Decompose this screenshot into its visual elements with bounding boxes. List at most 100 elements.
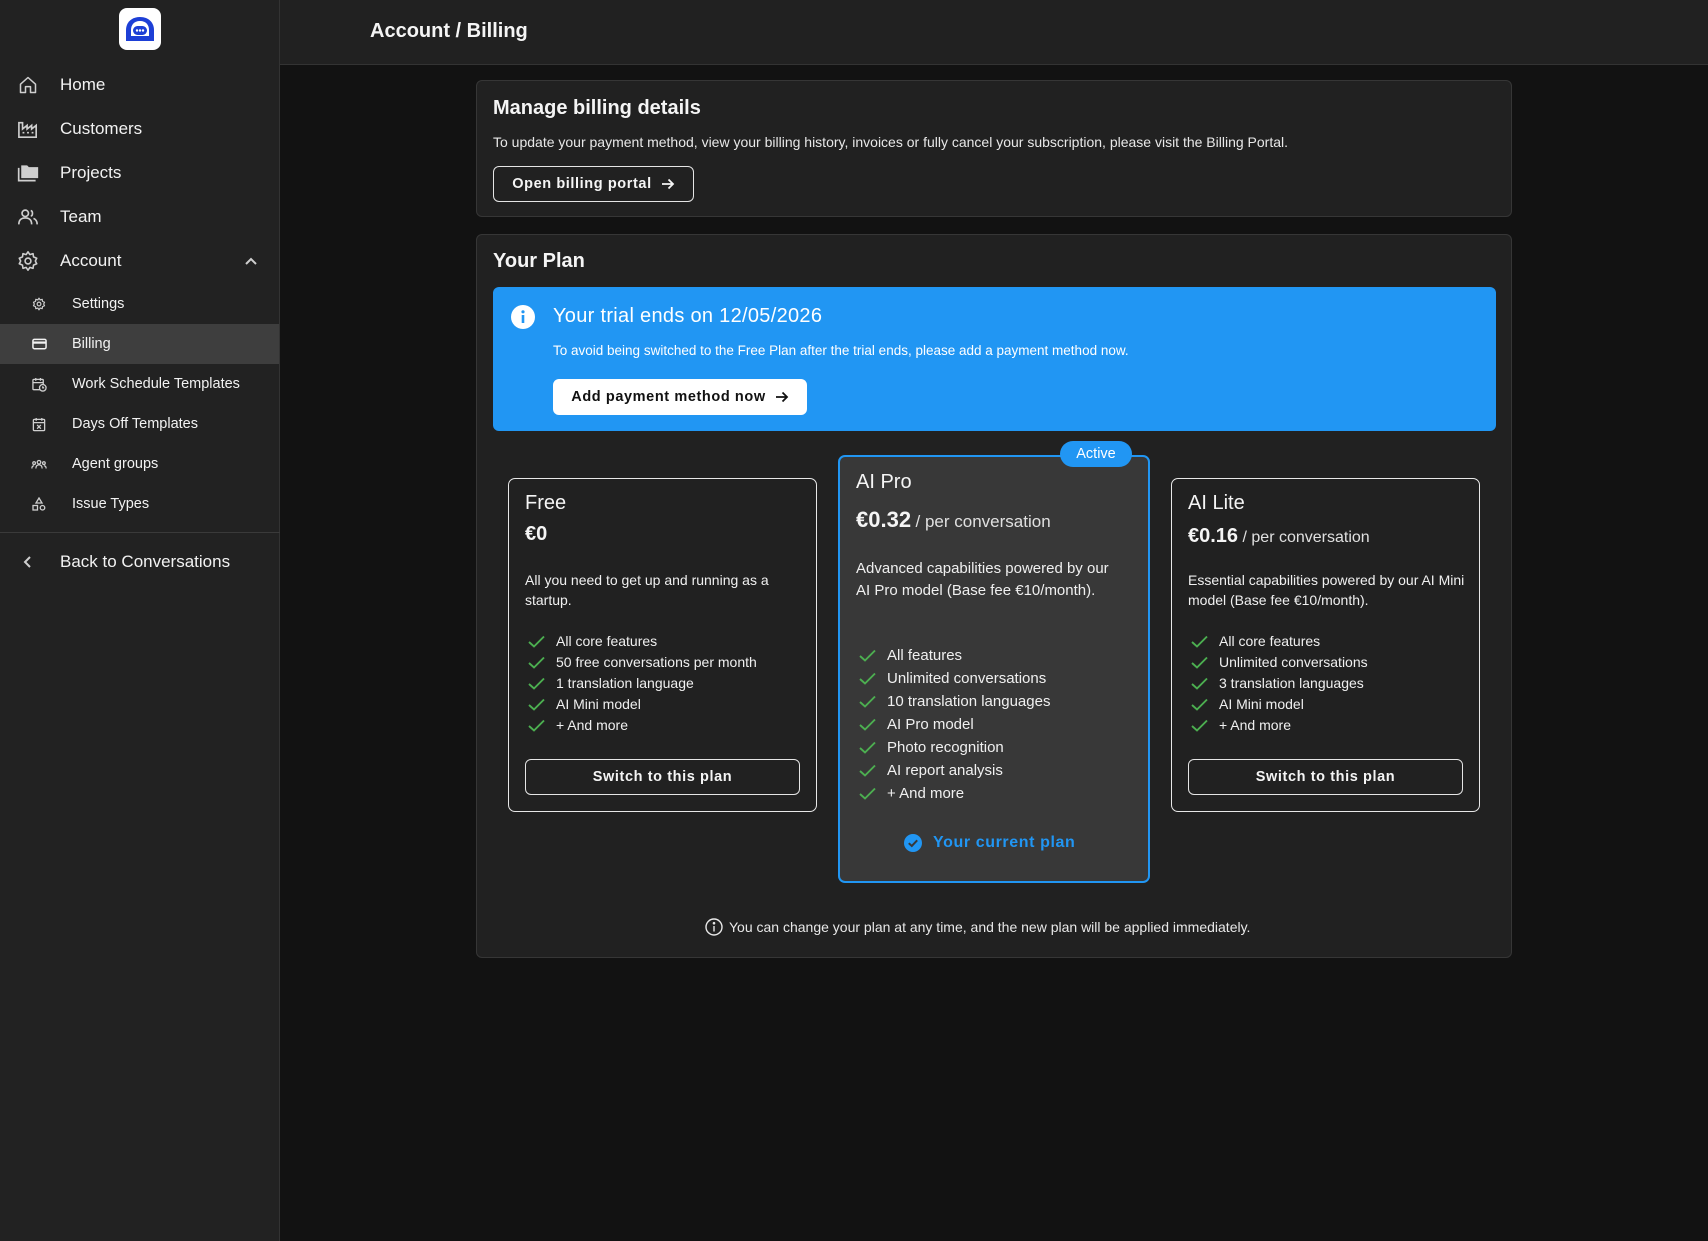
check-icon — [858, 738, 876, 756]
switch-plan-label: Switch to this plan — [1255, 769, 1396, 785]
info-icon — [511, 305, 535, 329]
sidebar-item-label: Settings — [72, 296, 125, 312]
plan-feature-text: + And more — [1219, 717, 1291, 733]
chevron-up-icon[interactable] — [240, 250, 262, 272]
plan-price-amount: €0 — [525, 523, 548, 545]
sidebar-item-label: Agent groups — [72, 456, 159, 472]
sidebar-item-label: Issue Types — [72, 496, 150, 512]
plan-feature: Unlimited conversations — [1190, 652, 1368, 672]
sidebar-item-projects[interactable]: Projects — [0, 153, 280, 193]
check-icon — [1190, 716, 1208, 734]
switch-plan-label: Switch to this plan — [592, 769, 733, 785]
plan-feature: AI Mini model — [1190, 694, 1304, 714]
check-icon — [1190, 695, 1208, 713]
sidebar-item-label: Home — [60, 75, 106, 94]
active-plan-badge: Active — [1060, 441, 1132, 467]
factory-icon — [17, 118, 39, 140]
app-logo[interactable] — [119, 8, 161, 50]
plan-feature-text: All features — [887, 646, 963, 664]
plan-feature: All features — [858, 645, 962, 665]
sidebar-subitem-work-schedule-templates[interactable]: Work Schedule Templates — [0, 364, 279, 404]
sidebar-item-label: Billing — [72, 336, 111, 352]
top-header: Account / Billing — [280, 0, 1708, 65]
current-plan-label: Your current plan — [933, 834, 1076, 851]
plan-feature: + And more — [1190, 715, 1291, 735]
sidebar-item-label: Days Off Templates — [72, 416, 198, 432]
sidebar-item-account[interactable]: Account — [0, 241, 280, 281]
trial-text: To avoid being switched to the Free Plan… — [553, 343, 1129, 358]
check-icon — [527, 674, 545, 692]
open-billing-portal-label: Open billing portal — [512, 176, 652, 192]
sidebar-subitem-days-off-templates[interactable]: Days Off Templates — [0, 404, 279, 444]
plan-name: Free — [525, 492, 567, 514]
trial-banner: Your trial ends on 12/05/2026 To avoid b… — [493, 287, 1496, 431]
check-icon — [527, 716, 545, 734]
plan-price-unit: / per conversation — [1242, 529, 1370, 546]
sidebar-subitem-settings[interactable]: Settings — [0, 284, 279, 324]
plan-feature: AI report analysis — [858, 760, 1003, 780]
plan-name: AI Lite — [1188, 492, 1245, 514]
page-title: Account / Billing — [370, 20, 528, 42]
plan-change-footnote: You can change your plan at any time, an… — [705, 918, 1250, 936]
sidebar-item-customers[interactable]: Customers — [0, 109, 280, 149]
your-plan-title: Your Plan — [493, 250, 585, 272]
plan-feature-text: + And more — [556, 717, 628, 733]
plan-feature-text: Unlimited conversations — [1219, 654, 1368, 670]
plan-price: €0 — [525, 523, 547, 546]
sidebar-item-label: Account — [60, 251, 122, 270]
gear-icon — [17, 250, 39, 272]
plan-feature: + And more — [527, 715, 628, 735]
plan-feature-text: Unlimited conversations — [887, 669, 1047, 687]
plan-price-unit: / per conversation — [915, 512, 1051, 531]
check-icon — [858, 692, 876, 710]
check-icon — [527, 653, 545, 671]
plan-card-ai-pro: AI Pro €0.32 / per conversation Advanced… — [838, 455, 1150, 883]
plan-feature: 3 translation languages — [1190, 673, 1364, 693]
plan-feature-text: 3 translation languages — [1219, 675, 1364, 691]
plan-feature: All core features — [1190, 631, 1320, 651]
calendar-x-icon — [31, 416, 47, 432]
plan-feature: + And more — [858, 783, 964, 803]
sidebar-subitem-billing[interactable]: Billing — [0, 324, 279, 364]
sidebar-subitem-issue-types[interactable]: Issue Types — [0, 484, 279, 524]
sidebar-item-label: Customers — [60, 119, 143, 138]
check-icon — [858, 669, 876, 687]
folder-icon — [17, 162, 39, 184]
check-icon — [527, 632, 545, 650]
back-to-conversations-link[interactable]: Back to Conversations — [0, 542, 280, 582]
billing-details-description: To update your payment method, view your… — [493, 134, 1289, 150]
sidebar-item-label: Team — [60, 207, 102, 226]
plan-feature-text: AI Mini model — [1219, 696, 1304, 712]
plan-feature-text: 50 free conversations per month — [556, 654, 757, 670]
plan-price: €0.32 / per conversation — [856, 507, 1051, 533]
plan-description: Advanced capabilities powered by our AI … — [856, 560, 1109, 599]
check-circle-icon — [904, 834, 922, 852]
check-icon — [527, 695, 545, 713]
billing-details-card: Manage billing details To update your pa… — [476, 80, 1512, 217]
plan-feature-text: 10 translation languages — [887, 692, 1051, 710]
plan-feature: 10 translation languages — [858, 691, 1050, 711]
open-billing-portal-button[interactable]: Open billing portal — [493, 166, 694, 202]
plan-feature-text: AI Mini model — [556, 696, 641, 712]
check-icon — [1190, 674, 1208, 692]
users-icon — [17, 206, 39, 228]
switch-plan-button-free[interactable]: Switch to this plan — [525, 759, 800, 795]
plan-feature: AI Mini model — [527, 694, 641, 714]
check-icon — [858, 784, 876, 802]
check-icon — [1190, 653, 1208, 671]
switch-plan-button-ai-lite[interactable]: Switch to this plan — [1188, 759, 1463, 795]
plan-feature: All core features — [527, 631, 657, 651]
plan-feature: 50 free conversations per month — [527, 652, 757, 672]
plan-card-ai-lite: AI Lite €0.16 / per conversation Essenti… — [1171, 478, 1480, 812]
group-icon — [31, 456, 47, 472]
add-payment-method-button[interactable]: Add payment method now — [553, 379, 807, 415]
sidebar-item-team[interactable]: Team — [0, 197, 280, 237]
chevron-left-icon — [17, 551, 39, 573]
plan-feature-text: AI report analysis — [887, 761, 1003, 779]
calendar-clock-icon — [31, 376, 47, 392]
sidebar-subitem-agent-groups[interactable]: Agent groups — [0, 444, 279, 484]
plan-name: AI Pro — [856, 471, 912, 493]
check-icon — [858, 646, 876, 664]
sidebar-item-home[interactable]: Home — [0, 65, 280, 105]
plan-feature-text: 1 translation language — [556, 675, 694, 691]
